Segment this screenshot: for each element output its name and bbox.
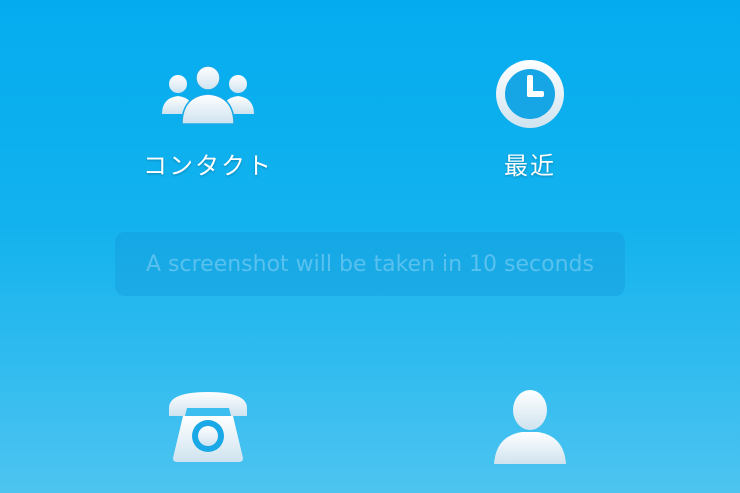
clock-icon — [480, 58, 580, 130]
person-icon — [480, 390, 580, 464]
tile-phone[interactable] — [108, 390, 308, 478]
contacts-group-icon — [158, 58, 258, 130]
tile-contacts[interactable]: コンタクト — [108, 58, 308, 181]
screenshot-toast: A screenshot will be taken in 10 seconds — [115, 232, 625, 296]
telephone-icon — [158, 390, 258, 462]
tile-recent[interactable]: 最近 — [430, 58, 630, 181]
tile-profile[interactable] — [430, 390, 630, 478]
toast-message: A screenshot will be taken in 10 seconds — [146, 251, 594, 277]
tile-recent-label: 最近 — [504, 152, 556, 180]
tile-contacts-label: コンタクト — [143, 152, 273, 180]
